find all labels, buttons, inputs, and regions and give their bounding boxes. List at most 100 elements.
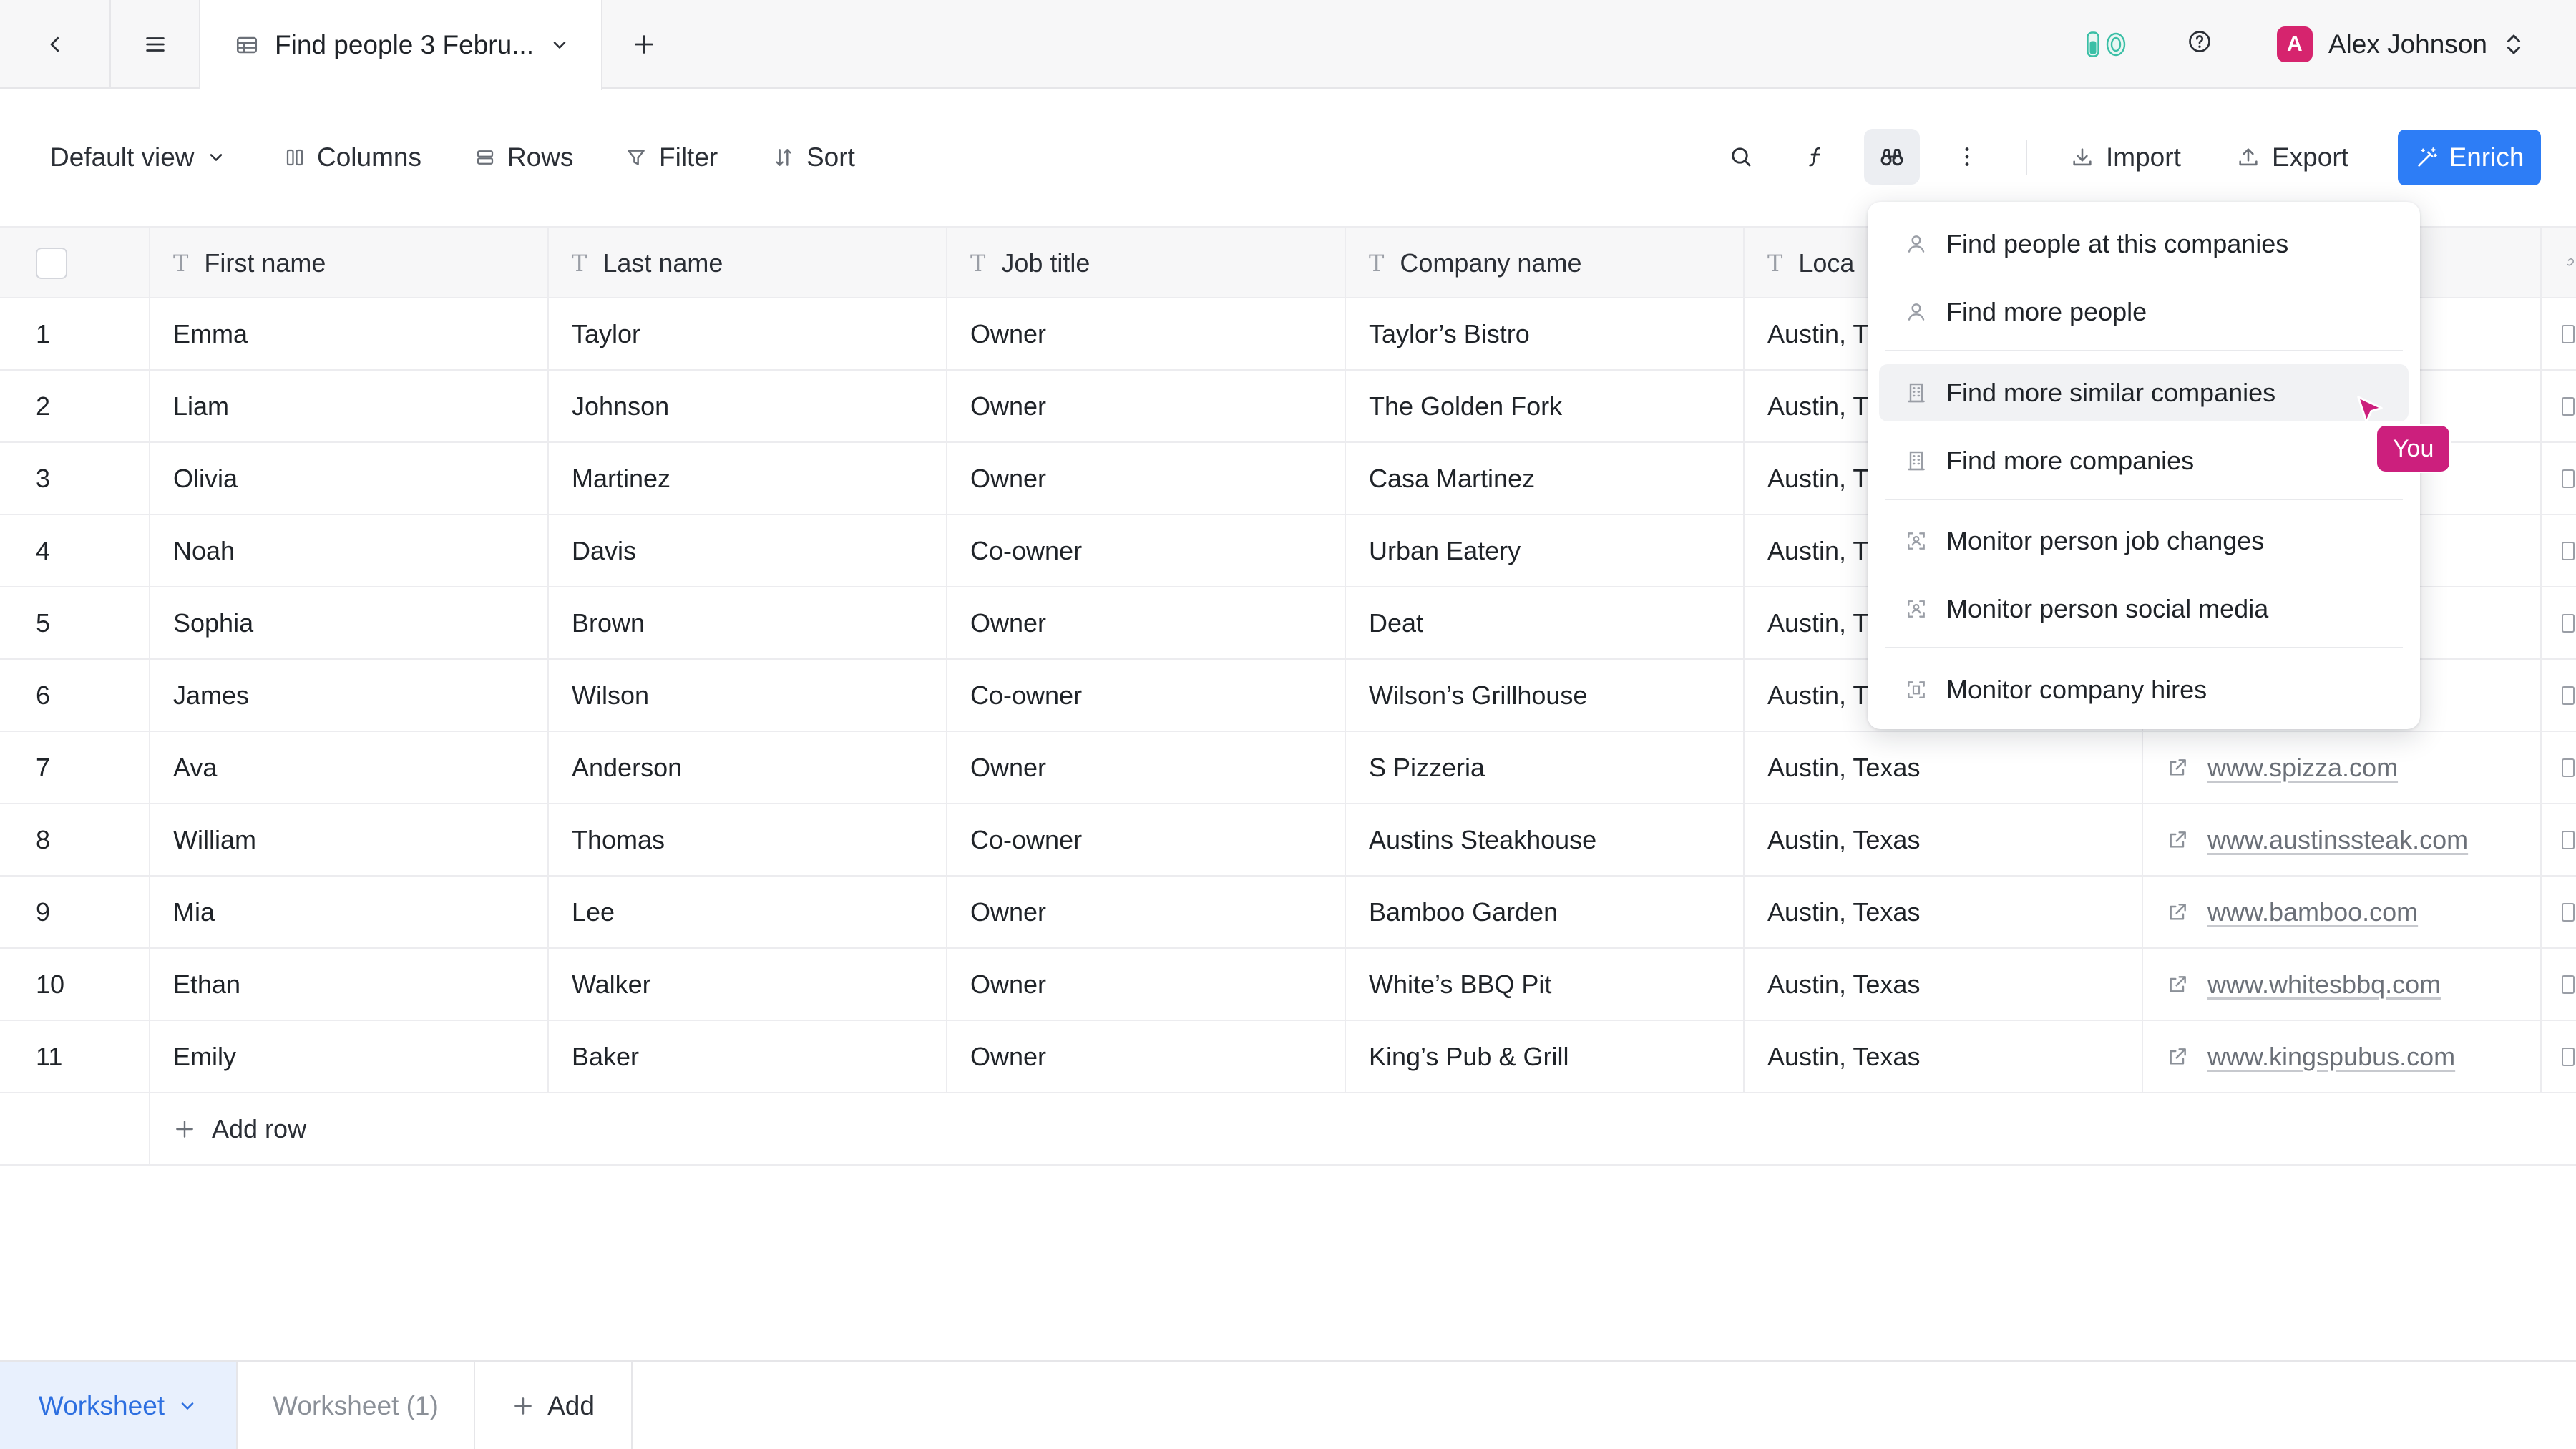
column-header[interactable]: T Last name xyxy=(549,228,947,298)
job-title-cell[interactable]: Owner xyxy=(947,371,1346,441)
extra-cell[interactable] xyxy=(2542,443,2576,514)
row-number[interactable]: 10 xyxy=(0,949,150,1020)
extra-cell[interactable] xyxy=(2542,1021,2576,1092)
job-title-cell[interactable]: Co-owner xyxy=(947,515,1346,586)
new-tab-button[interactable] xyxy=(602,0,686,89)
extra-cell[interactable] xyxy=(2542,949,2576,1020)
columns-button[interactable]: Columns xyxy=(284,89,421,226)
first-name-cell[interactable]: Liam xyxy=(150,371,549,441)
table-row[interactable]: 9 Mia Lee Owner Bamboo Garden Austin, Texas ww… xyxy=(0,877,2576,949)
website-cell[interactable]: www.whitesbbq.com xyxy=(2143,949,2542,1020)
table-row[interactable]: 10 Ethan Walker Owner White’s BBQ Pit Austin,… xyxy=(0,949,2576,1021)
more-options-button[interactable] xyxy=(1939,129,1995,185)
company-name-cell[interactable]: Taylor’s Bistro xyxy=(1346,298,1745,369)
website-cell[interactable]: www.austinssteak.com xyxy=(2143,804,2542,875)
website-link[interactable]: www.kingspubus.com xyxy=(2207,1042,2455,1072)
first-name-cell[interactable]: Sophia xyxy=(150,587,549,658)
add-row-button[interactable]: Add row xyxy=(150,1093,1152,1164)
job-title-cell[interactable]: Owner xyxy=(947,949,1346,1020)
external-link-icon[interactable] xyxy=(2166,973,2189,996)
company-name-cell[interactable]: Deat xyxy=(1346,587,1745,658)
extra-cell[interactable] xyxy=(2542,877,2576,947)
job-title-cell[interactable]: Owner xyxy=(947,877,1346,947)
website-cell[interactable]: www.bamboo.com xyxy=(2143,877,2542,947)
enrich-button[interactable]: Enrich xyxy=(2398,130,2541,185)
row-number[interactable]: 3 xyxy=(0,443,150,514)
menu-item-find-people-at-companies[interactable]: Find people at this companies xyxy=(1879,215,2409,273)
website-cell[interactable]: www.kingspubus.com xyxy=(2143,1021,2542,1092)
job-title-cell[interactable]: Owner xyxy=(947,1021,1346,1092)
location-cell[interactable]: Austin, Texas xyxy=(1745,949,2143,1020)
extra-cell[interactable] xyxy=(2542,371,2576,441)
menu-item-find-more-companies[interactable]: Find more companies xyxy=(1879,432,2409,489)
job-title-cell[interactable]: Co-owner xyxy=(947,660,1346,731)
menu-button[interactable] xyxy=(111,0,200,89)
row-number[interactable]: 9 xyxy=(0,877,150,947)
company-name-cell[interactable]: S Pizzeria xyxy=(1346,732,1745,803)
select-all-cell[interactable] xyxy=(0,228,150,298)
menu-item-find-more-people[interactable]: Find more people xyxy=(1879,283,2409,341)
row-number[interactable]: 4 xyxy=(0,515,150,586)
tab-find-people[interactable]: Find people 3 Febru... xyxy=(200,0,602,90)
credits-indicator[interactable] xyxy=(2087,31,2127,57)
first-name-cell[interactable]: Ava xyxy=(150,732,549,803)
job-title-cell[interactable]: Co-owner xyxy=(947,804,1346,875)
first-name-cell[interactable]: Olivia xyxy=(150,443,549,514)
last-name-cell[interactable]: Davis xyxy=(549,515,947,586)
first-name-cell[interactable]: Mia xyxy=(150,877,549,947)
company-name-cell[interactable]: Austins Steakhouse xyxy=(1346,804,1745,875)
last-name-cell[interactable]: Taylor xyxy=(549,298,947,369)
table-row[interactable]: 7 Ava Anderson Owner S Pizzeria Austin, Texas… xyxy=(0,732,2576,804)
company-name-cell[interactable]: The Golden Fork xyxy=(1346,371,1745,441)
website-link[interactable]: www.spizza.com xyxy=(2207,753,2398,783)
help-button[interactable] xyxy=(2187,29,2212,61)
job-title-cell[interactable]: Owner xyxy=(947,443,1346,514)
extra-cell[interactable] xyxy=(2542,515,2576,586)
table-row[interactable]: 8 William Thomas Co-owner Austins Steakhouse… xyxy=(0,804,2576,877)
company-name-cell[interactable]: Urban Eatery xyxy=(1346,515,1745,586)
last-name-cell[interactable]: Johnson xyxy=(549,371,947,441)
first-name-cell[interactable]: Emily xyxy=(150,1021,549,1092)
extra-cell[interactable] xyxy=(2542,732,2576,803)
row-number[interactable]: 5 xyxy=(0,587,150,658)
location-cell[interactable]: Austin, Texas xyxy=(1745,732,2143,803)
website-cell[interactable]: www.spizza.com xyxy=(2143,732,2542,803)
website-link[interactable]: www.austinssteak.com xyxy=(2207,825,2468,855)
website-link[interactable]: www.whitesbbq.com xyxy=(2207,970,2441,1000)
row-number[interactable]: 8 xyxy=(0,804,150,875)
first-name-cell[interactable]: William xyxy=(150,804,549,875)
first-name-cell[interactable]: James xyxy=(150,660,549,731)
last-name-cell[interactable]: Lee xyxy=(549,877,947,947)
first-name-cell[interactable]: Ethan xyxy=(150,949,549,1020)
sheet-tab-worksheet[interactable]: Worksheet xyxy=(0,1362,238,1449)
back-button[interactable] xyxy=(0,0,111,89)
job-title-cell[interactable]: Owner xyxy=(947,298,1346,369)
job-title-cell[interactable]: Owner xyxy=(947,587,1346,658)
last-name-cell[interactable]: Baker xyxy=(549,1021,947,1092)
select-all-checkbox[interactable] xyxy=(36,247,67,279)
extra-cell[interactable] xyxy=(2542,298,2576,369)
last-name-cell[interactable]: Walker xyxy=(549,949,947,1020)
find-button[interactable] xyxy=(1864,129,1920,185)
user-menu[interactable]: A Alex Johnson xyxy=(2276,26,2524,62)
website-link[interactable]: www.bamboo.com xyxy=(2207,897,2418,927)
first-name-cell[interactable]: Noah xyxy=(150,515,549,586)
location-cell[interactable]: Austin, Texas xyxy=(1745,804,2143,875)
location-cell[interactable]: Austin, Texas xyxy=(1745,1021,2143,1092)
menu-item-monitor-company-hires[interactable]: Monitor company hires xyxy=(1879,661,2409,718)
company-name-cell[interactable]: Casa Martinez xyxy=(1346,443,1745,514)
menu-item-monitor-job-changes[interactable]: Monitor person job changes xyxy=(1879,512,2409,570)
last-name-cell[interactable]: Anderson xyxy=(549,732,947,803)
table-row[interactable]: 11 Emily Baker Owner King’s Pub & Grill Austi… xyxy=(0,1021,2576,1093)
company-name-cell[interactable]: King’s Pub & Grill xyxy=(1346,1021,1745,1092)
menu-item-find-similar-companies[interactable]: Find more similar companies xyxy=(1879,364,2409,421)
view-selector[interactable]: Default view xyxy=(50,89,226,226)
formula-button[interactable] xyxy=(1788,129,1844,185)
row-number[interactable]: 2 xyxy=(0,371,150,441)
last-name-cell[interactable]: Martinez xyxy=(549,443,947,514)
extra-cell[interactable] xyxy=(2542,660,2576,731)
sort-button[interactable]: Sort xyxy=(772,89,855,226)
column-header[interactable] xyxy=(2542,228,2576,298)
last-name-cell[interactable]: Wilson xyxy=(549,660,947,731)
company-name-cell[interactable]: Bamboo Garden xyxy=(1346,877,1745,947)
